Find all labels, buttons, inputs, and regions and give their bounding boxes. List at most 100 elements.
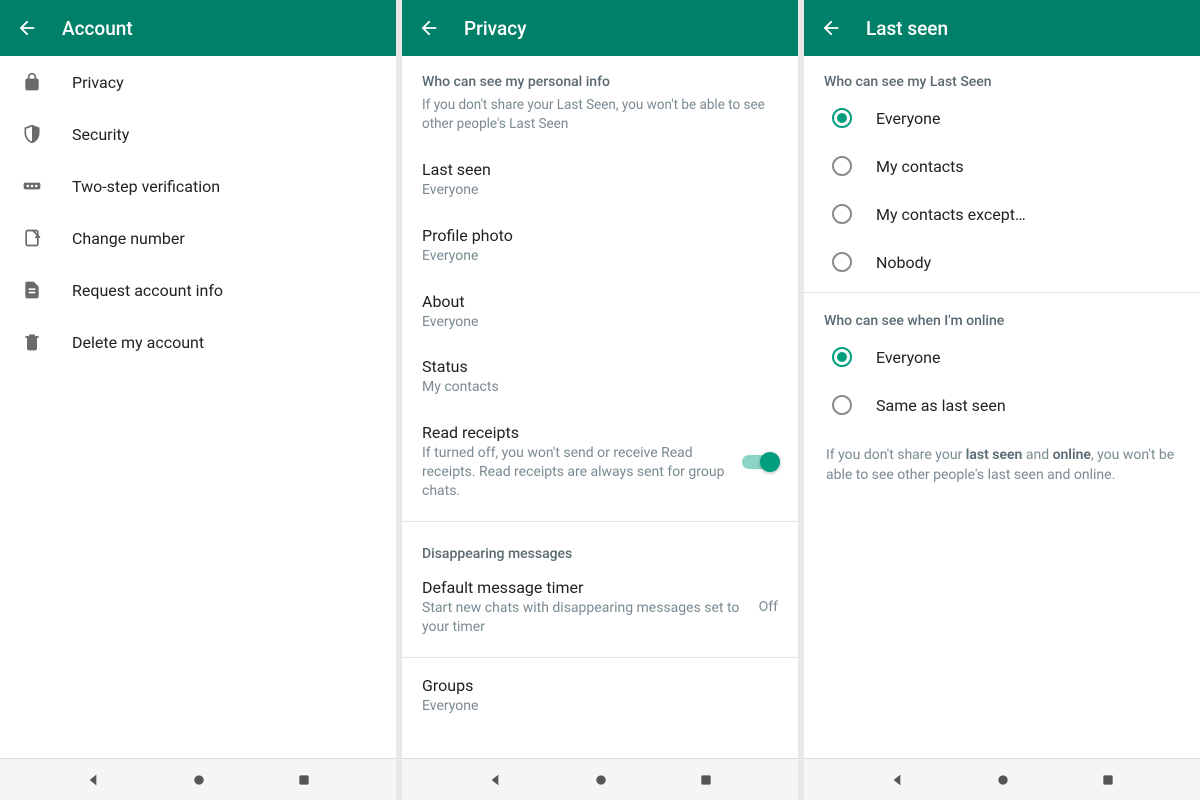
nav-home-button[interactable] xyxy=(593,772,609,788)
panel-last-seen: Last seen Who can see my Last Seen Every… xyxy=(804,0,1200,800)
section-header-personal-info: Who can see my personal info xyxy=(402,56,798,94)
pref-sub: Start new chats with disappearing messag… xyxy=(422,599,747,637)
divider xyxy=(402,657,798,658)
pref-title: Groups xyxy=(422,676,778,695)
back-arrow-icon xyxy=(418,17,440,39)
panel-privacy: Privacy Who can see my personal info If … xyxy=(402,0,798,800)
shield-icon xyxy=(20,124,44,144)
radio-nobody[interactable]: Nobody xyxy=(804,238,1200,286)
radio-label: Everyone xyxy=(876,348,940,367)
radio-my-contacts[interactable]: My contacts xyxy=(804,142,1200,190)
account-content: Privacy Security Two-step verification C… xyxy=(0,56,396,800)
page-title: Last seen xyxy=(866,17,948,40)
divider xyxy=(804,292,1200,293)
pref-title: Last seen xyxy=(422,160,778,179)
toggle-thumb xyxy=(760,452,780,472)
radio-icon xyxy=(832,156,852,176)
timer-value: Off xyxy=(759,599,778,615)
note-bold: online xyxy=(1053,447,1091,463)
section-header-lastseen: Who can see my Last Seen xyxy=(804,56,1200,94)
pref-status[interactable]: Status My contacts xyxy=(402,345,798,411)
radio-label: Nobody xyxy=(876,253,931,272)
back-button[interactable] xyxy=(418,17,440,39)
document-icon xyxy=(20,280,44,300)
pref-value: Everyone xyxy=(422,697,778,716)
pref-value: My contacts xyxy=(422,378,778,397)
nav-home-button[interactable] xyxy=(191,772,207,788)
back-arrow-icon xyxy=(16,17,38,39)
radio-label: Same as last seen xyxy=(876,396,1006,415)
section-header-online: Who can see when I'm online xyxy=(804,299,1200,333)
account-item-changenumber[interactable]: Change number xyxy=(0,212,396,264)
section-subtext: If you don't share your Last Seen, you w… xyxy=(402,94,798,148)
back-button[interactable] xyxy=(16,17,38,39)
radio-icon xyxy=(832,347,852,367)
app-bar-privacy: Privacy xyxy=(402,0,798,56)
android-nav-bar xyxy=(804,758,1200,800)
radio-icon xyxy=(832,395,852,415)
password-icon xyxy=(20,176,44,196)
account-item-delete[interactable]: Delete my account xyxy=(0,316,396,368)
pref-sub: If turned off, you won't send or receive… xyxy=(422,444,730,501)
page-title: Privacy xyxy=(464,17,526,40)
pref-last-seen[interactable]: Last seen Everyone xyxy=(402,148,798,214)
nav-home-button[interactable] xyxy=(995,772,1011,788)
pref-title: Profile photo xyxy=(422,226,778,245)
read-receipts-toggle[interactable] xyxy=(742,452,778,472)
sim-icon xyxy=(20,228,44,248)
radio-online-same[interactable]: Same as last seen xyxy=(804,381,1200,429)
pref-title: Status xyxy=(422,357,778,376)
nav-recent-button[interactable] xyxy=(699,773,713,787)
pref-profile-photo[interactable]: Profile photo Everyone xyxy=(402,214,798,280)
panel-account: Account Privacy Security Two-step verifi… xyxy=(0,0,396,800)
privacy-content: Who can see my personal info If you don'… xyxy=(402,56,798,800)
radio-everyone[interactable]: Everyone xyxy=(804,94,1200,142)
radio-label: Everyone xyxy=(876,109,940,128)
account-item-label: Delete my account xyxy=(72,333,204,352)
trash-icon xyxy=(20,332,44,352)
account-item-twostep[interactable]: Two-step verification xyxy=(0,160,396,212)
pref-value: Everyone xyxy=(422,247,778,266)
pref-default-timer[interactable]: Default message timer Start new chats wi… xyxy=(402,566,798,651)
note-bold: last seen xyxy=(966,447,1023,463)
radio-label: My contacts except… xyxy=(876,205,1026,224)
pref-title: Default message timer xyxy=(422,578,747,597)
account-item-requestinfo[interactable]: Request account info xyxy=(0,264,396,316)
radio-icon xyxy=(832,204,852,224)
nav-back-button[interactable] xyxy=(487,772,503,788)
app-bar-account: Account xyxy=(0,0,396,56)
pref-read-receipts[interactable]: Read receipts If turned off, you won't s… xyxy=(402,411,798,515)
account-item-security[interactable]: Security xyxy=(0,108,396,160)
divider xyxy=(402,521,798,522)
last-seen-content: Who can see my Last Seen Everyone My con… xyxy=(804,56,1200,800)
android-nav-bar xyxy=(402,758,798,800)
pref-value: Everyone xyxy=(422,313,778,332)
pref-groups[interactable]: Groups Everyone xyxy=(402,664,798,730)
radio-label: My contacts xyxy=(876,157,964,176)
back-button[interactable] xyxy=(820,17,842,39)
radio-online-everyone[interactable]: Everyone xyxy=(804,333,1200,381)
lock-icon xyxy=(20,72,44,92)
pref-about[interactable]: About Everyone xyxy=(402,280,798,346)
page-title: Account xyxy=(62,17,133,40)
section-header-disappearing: Disappearing messages xyxy=(402,528,798,566)
account-item-privacy[interactable]: Privacy xyxy=(0,56,396,108)
nav-recent-button[interactable] xyxy=(1101,773,1115,787)
nav-recent-button[interactable] xyxy=(297,773,311,787)
account-item-label: Change number xyxy=(72,229,185,248)
app-bar-last-seen: Last seen xyxy=(804,0,1200,56)
account-item-label: Security xyxy=(72,125,129,144)
nav-back-button[interactable] xyxy=(889,772,905,788)
pref-title: Read receipts xyxy=(422,423,730,442)
pref-title: About xyxy=(422,292,778,311)
pref-value: Everyone xyxy=(422,181,778,200)
account-item-label: Two-step verification xyxy=(72,177,220,196)
radio-icon xyxy=(832,108,852,128)
radio-icon xyxy=(832,252,852,272)
note-text: and xyxy=(1022,447,1052,463)
back-arrow-icon xyxy=(820,17,842,39)
account-item-label: Request account info xyxy=(72,281,223,300)
account-item-label: Privacy xyxy=(72,73,124,92)
nav-back-button[interactable] xyxy=(85,772,101,788)
radio-contacts-except[interactable]: My contacts except… xyxy=(804,190,1200,238)
